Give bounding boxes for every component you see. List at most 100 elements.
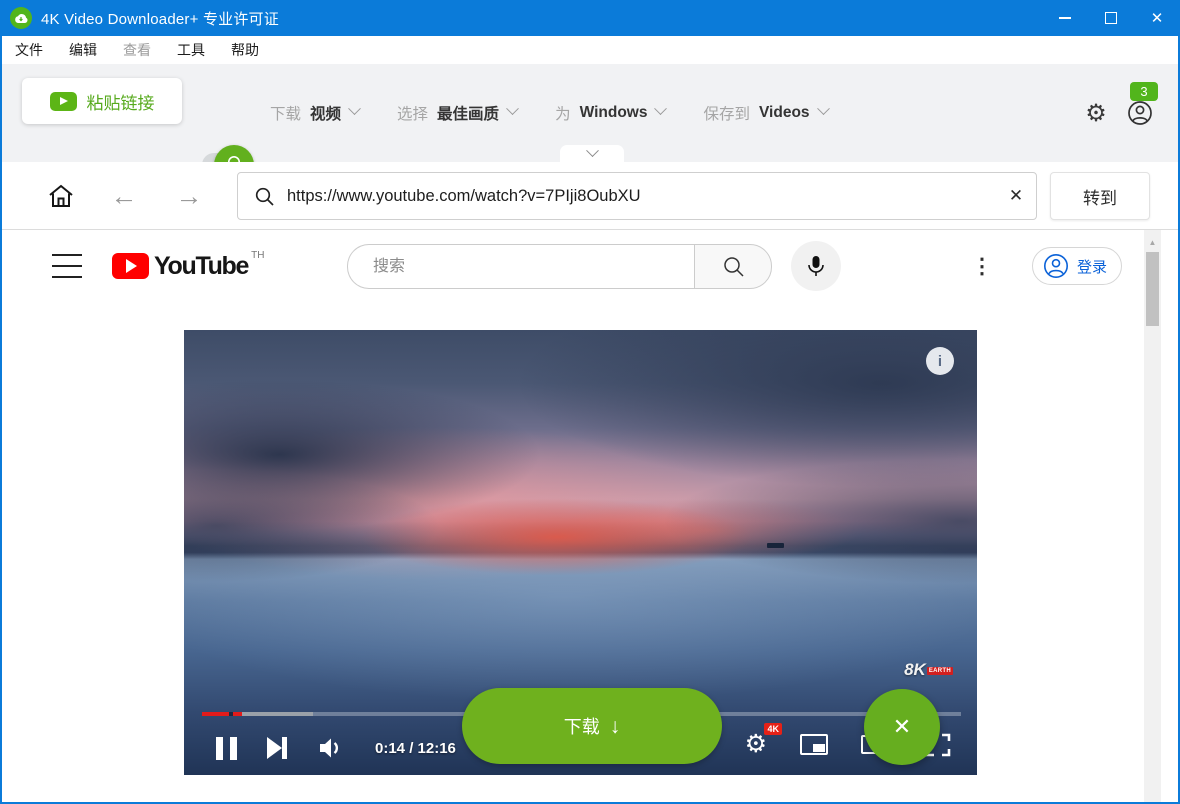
gear-icon: ⚙ (1085, 99, 1107, 128)
time-display: 0:14 / 12:16 (375, 740, 456, 757)
forward-arrow-icon: → (176, 181, 203, 212)
search-input[interactable] (347, 244, 694, 289)
youtube-region-label: TH (251, 249, 264, 263)
close-button[interactable]: ✕ (1134, 0, 1180, 36)
menu-help[interactable]: 帮助 (218, 36, 272, 64)
options-row: 下载 视频 选择 最佳画质 为 Windows 保存到 Videos (270, 64, 828, 162)
quality-badge: 4K (764, 723, 782, 735)
browser-bar: ← → ✕ 转到 (2, 162, 1178, 230)
search-button[interactable] (694, 244, 772, 289)
sign-in-label: 登录 (1077, 256, 1107, 277)
address-bar: ✕ (237, 172, 1037, 220)
dropdown-value: Videos (759, 104, 810, 122)
dropdown-prefix: 下载 (270, 102, 301, 124)
progress-played (202, 712, 229, 716)
kebab-menu-icon: ⋮ (972, 254, 993, 279)
next-icon (282, 737, 287, 759)
volume-button[interactable] (317, 735, 345, 761)
youtube-page: YouTube TH ⋮ 登录 i 8K (2, 230, 1144, 802)
chevron-down-icon (817, 102, 830, 115)
pause-icon (216, 737, 223, 760)
scroll-up-button[interactable]: ▲ (1144, 234, 1161, 250)
dismiss-fab-button[interactable]: ✕ (864, 689, 940, 765)
quality-dropdown[interactable]: 选择 最佳画质 (397, 102, 517, 124)
close-icon: ✕ (1009, 186, 1023, 206)
home-button[interactable] (44, 180, 78, 212)
hamburger-menu-button[interactable] (52, 254, 82, 278)
forward-button[interactable]: → (169, 177, 209, 215)
youtube-header: YouTube TH ⋮ 登录 (2, 230, 1144, 302)
watermark-text: 8K (904, 660, 926, 680)
menu-edit[interactable]: 编辑 (56, 36, 110, 64)
chevron-down-icon (586, 144, 599, 157)
title-bar: 4K Video Downloader+ 专业许可证 ✕ (0, 0, 1180, 36)
player-controls-left: 0:14 / 12:16 (216, 728, 456, 768)
save-location-dropdown[interactable]: 保存到 Videos (703, 102, 827, 124)
paste-link-button[interactable]: 粘贴链接 (22, 78, 182, 124)
search-icon (722, 255, 745, 278)
download-arrow-icon: ↓ (610, 715, 621, 739)
player-settings-button[interactable]: ⚙ 4K (745, 732, 767, 757)
user-icon (1127, 100, 1153, 126)
minimize-icon (1059, 17, 1071, 19)
youtube-play-icon (112, 253, 149, 279)
dropdown-prefix: 选择 (397, 102, 428, 124)
scrollbar-thumb[interactable] (1146, 252, 1159, 326)
more-options-button[interactable]: ⋮ (968, 246, 996, 286)
app-window: 4K Video Downloader+ 专业许可证 ✕ 文件 编辑 查看 工具… (0, 0, 1180, 804)
microphone-icon (805, 254, 827, 278)
next-icon (267, 737, 282, 759)
minimize-button[interactable] (1042, 0, 1088, 36)
collapse-toolbar-tab[interactable] (560, 145, 624, 164)
voice-search-button[interactable] (791, 241, 841, 291)
info-icon: i (938, 353, 942, 370)
sign-in-button[interactable]: 登录 (1032, 247, 1122, 285)
menu-tools[interactable]: 工具 (164, 36, 218, 64)
progress-handle[interactable] (233, 712, 242, 716)
info-button[interactable]: i (926, 347, 954, 375)
go-button[interactable]: 转到 (1050, 172, 1150, 220)
maximize-button[interactable] (1088, 0, 1134, 36)
clear-url-button[interactable]: ✕ (996, 173, 1036, 219)
platform-dropdown[interactable]: 为 Windows (555, 102, 665, 124)
next-button[interactable] (267, 737, 287, 759)
video-player[interactable]: i 8K EARTH 0:14 / 12:16 (184, 330, 977, 775)
download-label: 下载 (564, 713, 600, 739)
watermark-tag: EARTH (927, 667, 953, 675)
back-arrow-icon: ← (111, 181, 138, 212)
person-circle-icon (1043, 253, 1069, 279)
menu-bar: 文件 编辑 查看 工具 帮助 (2, 36, 1178, 64)
pause-button[interactable] (216, 737, 237, 760)
pause-icon (230, 737, 237, 760)
youtube-search (347, 244, 772, 289)
miniplayer-button[interactable] (800, 734, 828, 755)
download-button[interactable]: 下载 ↓ (462, 688, 722, 764)
search-icon (254, 186, 275, 207)
download-type-dropdown[interactable]: 下载 视频 (270, 102, 359, 124)
paste-link-label: 粘贴链接 (87, 89, 155, 114)
speaker-icon (317, 735, 345, 761)
home-icon (47, 183, 75, 209)
scrollbar[interactable]: ▲ (1144, 230, 1161, 802)
chevron-down-icon (506, 102, 519, 115)
ship-silhouette (767, 543, 784, 548)
close-icon: ✕ (1151, 11, 1164, 26)
url-input[interactable] (287, 187, 996, 206)
window-title: 4K Video Downloader+ 专业许可证 (41, 8, 279, 29)
back-button[interactable]: ← (104, 177, 144, 215)
close-icon: ✕ (893, 714, 911, 740)
dropdown-value: 视频 (310, 102, 341, 124)
miniplayer-icon (813, 744, 825, 752)
dropdown-value: Windows (580, 104, 648, 122)
youtube-logo[interactable]: YouTube TH (112, 249, 264, 283)
menu-file[interactable]: 文件 (2, 36, 56, 64)
progress-buffered (242, 712, 313, 716)
arrow-up-icon: ▲ (1149, 238, 1157, 247)
app-logo-icon (10, 7, 32, 29)
menu-view[interactable]: 查看 (110, 36, 164, 64)
youtube-logo-text: YouTube (154, 249, 248, 283)
settings-button[interactable]: ⚙ (1080, 64, 1112, 162)
channel-watermark: 8K EARTH (904, 660, 953, 680)
account-button[interactable] (1122, 64, 1158, 162)
play-badge-icon (50, 92, 77, 111)
